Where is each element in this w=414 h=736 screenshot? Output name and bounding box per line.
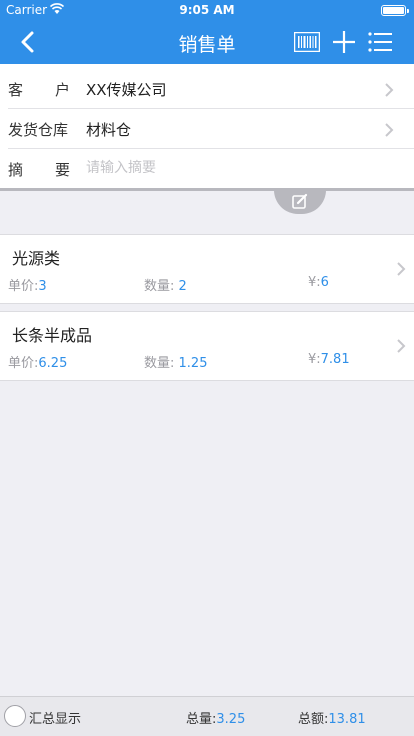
plus-icon[interactable] (331, 29, 357, 55)
item-name: 长条半成品 (12, 326, 93, 345)
item-quantity: 数量: 1.25 (144, 356, 208, 371)
barcode-icon[interactable] (294, 32, 320, 52)
nav-bar: 销售单 (0, 20, 414, 64)
customer-value: XX传媒公司 (86, 81, 167, 99)
divider (0, 188, 414, 191)
summary-row: 摘要 (0, 148, 414, 189)
chevron-right-icon (397, 339, 406, 353)
item-price: 单价:6.25 (8, 356, 68, 371)
chevron-right-icon (397, 262, 406, 276)
item-price: 单价:3 (8, 279, 47, 294)
status-time: 9:05 AM (179, 3, 235, 17)
chevron-right-icon (385, 83, 394, 97)
order-header-form: 客户 XX传媒公司 发货仓库 材料仓 摘要 (0, 64, 414, 188)
summary-input[interactable] (86, 157, 386, 179)
total-amount: 总额:13.81 (298, 712, 366, 727)
list-item[interactable]: 长条半成品 单价:6.25 数量: 1.25 ¥:7.81 (0, 311, 414, 381)
warehouse-row[interactable]: 发货仓库 材料仓 (0, 108, 414, 149)
totals-footer: 汇总显示 总量:3.25 总额:13.81 (0, 696, 414, 736)
status-bar: Carrier 9:05 AM (0, 0, 414, 20)
warehouse-label: 发货仓库 (8, 121, 69, 139)
item-amount: ¥:6 (308, 275, 329, 290)
list-item[interactable]: 光源类 单价:3 数量: 2 ¥:6 (0, 234, 414, 304)
edit-toggle-button[interactable] (274, 190, 326, 214)
summary-toggle-radio[interactable] (4, 705, 26, 727)
summary-toggle-label[interactable]: 汇总显示 (29, 708, 81, 727)
battery-icon (381, 5, 409, 16)
item-amount: ¥:7.81 (308, 352, 350, 367)
item-quantity: 数量: 2 (144, 279, 187, 294)
edit-icon (292, 193, 308, 209)
chevron-right-icon (385, 123, 394, 137)
customer-row[interactable]: 客户 XX传媒公司 (0, 68, 414, 109)
warehouse-value: 材料仓 (86, 121, 132, 139)
total-quantity: 总量:3.25 (186, 712, 246, 727)
item-name: 光源类 (12, 249, 61, 268)
summary-label: 摘要 (8, 161, 72, 179)
customer-label: 客户 (8, 81, 72, 99)
menu-list-icon[interactable] (368, 31, 392, 53)
